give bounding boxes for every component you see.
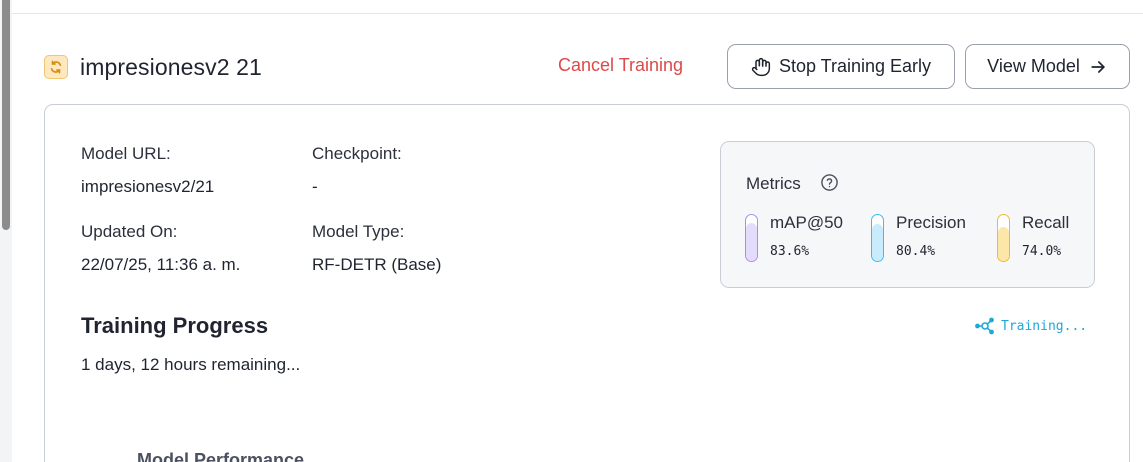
recall-value: 74.0% bbox=[1022, 244, 1062, 259]
model-type-value: RF-DETR (Base) bbox=[312, 255, 442, 274]
map50-gauge bbox=[745, 214, 758, 262]
map50-label: mAP@50 bbox=[770, 213, 844, 232]
precision-label: Precision bbox=[896, 213, 966, 232]
cancel-training-button[interactable]: Cancel Training bbox=[558, 55, 683, 76]
recall-label: Recall bbox=[1022, 213, 1070, 232]
recall-gauge bbox=[997, 214, 1010, 262]
hand-stop-icon bbox=[751, 57, 771, 76]
metrics-panel: Metrics mAP@50 83.6% Precision 80.4% Rec… bbox=[720, 141, 1095, 288]
checkpoint-value: - bbox=[312, 177, 318, 196]
help-icon[interactable] bbox=[820, 173, 839, 192]
metrics-title: Metrics bbox=[746, 174, 801, 193]
model-type-label: Model Type: bbox=[312, 222, 405, 241]
checkpoint-label: Checkpoint: bbox=[312, 144, 402, 163]
precision-gauge bbox=[871, 214, 884, 262]
model-header: impresionesv2 21 Cancel Training Stop Tr… bbox=[44, 44, 1130, 90]
scrollbar-thumb[interactable] bbox=[2, 0, 10, 230]
stop-training-early-button[interactable]: Stop Training Early bbox=[727, 44, 955, 89]
top-divider bbox=[12, 13, 1143, 14]
training-details-card: Model URL: impresionesv2/21 Checkpoint: … bbox=[44, 104, 1130, 462]
training-progress-title: Training Progress bbox=[81, 313, 269, 338]
page-scrollbar[interactable] bbox=[0, 0, 12, 462]
training-sync-icon bbox=[44, 55, 68, 79]
stop-training-early-label: Stop Training Early bbox=[778, 56, 932, 76]
view-model-button[interactable]: View Model bbox=[965, 44, 1130, 89]
precision-value: 80.4% bbox=[896, 244, 936, 259]
arrow-right-icon bbox=[1091, 60, 1105, 73]
training-status-text: Training... bbox=[1001, 318, 1088, 334]
model-url-label: Model URL: bbox=[81, 144, 171, 163]
map50-value: 83.6% bbox=[770, 244, 810, 259]
page-title: impresionesv2 21 bbox=[80, 54, 262, 80]
model-url-value: impresionesv2/21 bbox=[81, 177, 215, 196]
updated-on-value: 22/07/25, 11:36 a. m. bbox=[81, 255, 241, 274]
updated-on-label: Updated On: bbox=[81, 222, 178, 241]
view-model-label: View Model bbox=[987, 56, 1080, 76]
time-remaining-text: 1 days, 12 hours remaining... bbox=[81, 355, 301, 374]
model-performance-title: Model Performance bbox=[137, 450, 305, 462]
training-status: Training... bbox=[975, 317, 1087, 335]
training-network-icon bbox=[975, 317, 994, 335]
